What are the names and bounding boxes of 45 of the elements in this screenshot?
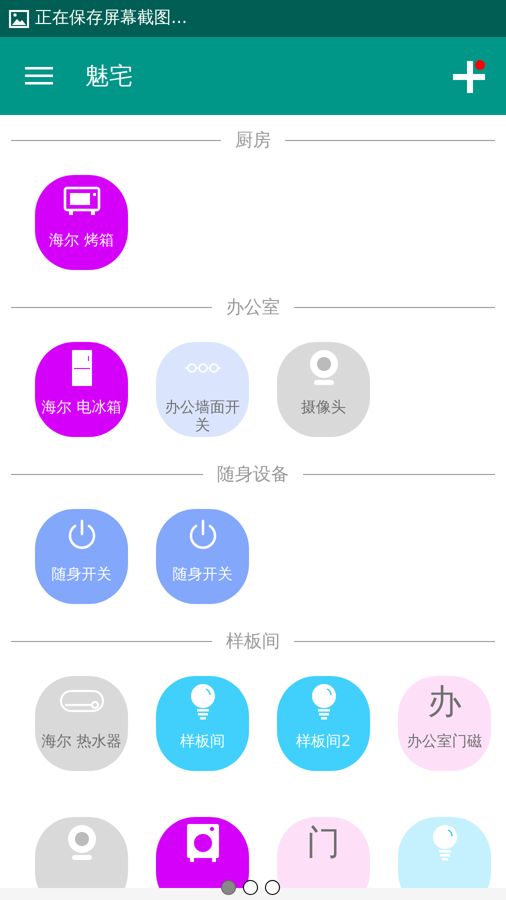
section-heading: 样板间: [226, 630, 280, 654]
washer-icon: [186, 824, 218, 862]
device-label: 样板间2: [295, 732, 352, 750]
oven-icon: [62, 186, 100, 216]
device-tile[interactable]: 随身开关: [35, 509, 128, 604]
light-bulb-icon: [310, 683, 338, 721]
device-tile[interactable]: [35, 817, 128, 888]
device-label: 随身开关: [172, 565, 234, 583]
device-label: 海尔 烤箱: [48, 231, 115, 249]
water-heater-icon: [58, 689, 104, 715]
light-bulb-icon: [188, 683, 216, 721]
fridge-icon: [72, 350, 92, 386]
device-tile[interactable]: 办 办公室门磁: [398, 676, 491, 771]
device-label: 海尔 热水器: [40, 732, 122, 750]
device-glyph: 办: [428, 685, 462, 719]
device-tile[interactable]: 海尔 烤箱: [35, 175, 128, 270]
device-tile[interactable]: 随身开关: [156, 509, 249, 604]
device-label: 随身开关: [50, 565, 112, 583]
device-tile[interactable]: 海尔 电冰箱: [35, 342, 128, 437]
device-tile[interactable]: 办公墙面开关: [156, 342, 249, 437]
device-label: 办公室门磁: [406, 732, 483, 750]
device-tile[interactable]: [398, 817, 491, 888]
device-tile[interactable]: 样板间: [156, 676, 249, 771]
device-tile[interactable]: 摄像头: [277, 342, 370, 437]
device-label: 办公墙面开关: [164, 398, 241, 434]
image-icon: [9, 10, 29, 28]
section-heading: 办公室: [226, 296, 280, 320]
status-text: 正在保存屏幕截图...: [35, 6, 188, 30]
device-label: 样板间: [179, 732, 226, 750]
device-tile[interactable]: [156, 817, 249, 888]
device-tile[interactable]: 门: [277, 817, 370, 888]
device-glyph: 门: [306, 826, 340, 860]
section-heading: 随身设备: [217, 462, 289, 486]
section-heading: 厨房: [235, 128, 271, 152]
webcam-icon: [66, 825, 96, 861]
webcam-icon: [308, 350, 338, 386]
add-icon[interactable]: [452, 58, 488, 94]
menu-icon[interactable]: [25, 67, 53, 85]
device-label: 海尔 电冰箱: [40, 398, 122, 416]
chain-icon: [184, 362, 220, 374]
device-tile[interactable]: 海尔 热水器: [35, 676, 128, 771]
device-tile[interactable]: 样板间2: [277, 676, 370, 771]
light-bulb-icon: [430, 824, 458, 862]
app-title: 魅宅: [85, 61, 133, 92]
device-label: 摄像头: [300, 398, 347, 416]
